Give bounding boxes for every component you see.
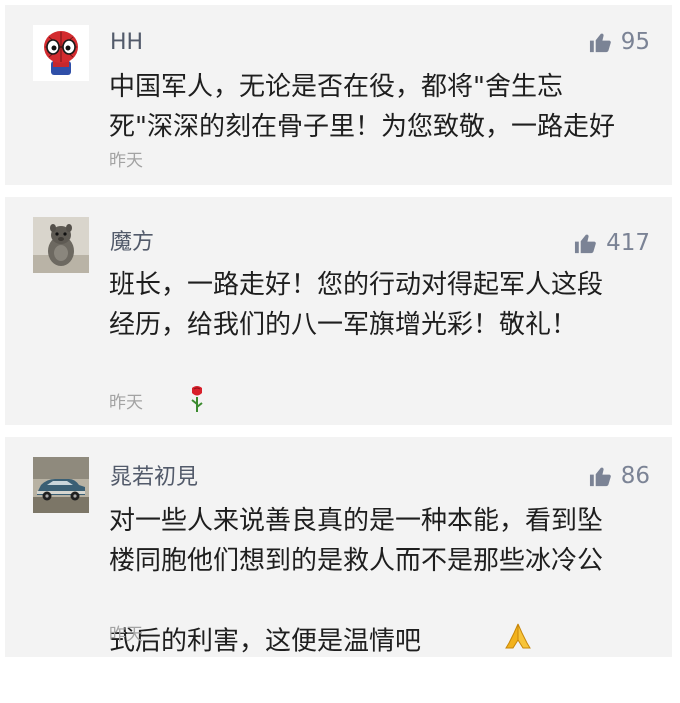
comment-line: 楼同胞他们想到的是救人而不是那些冰冷公 [109,546,604,576]
comment-text: 中国军人，无论是否在役，都将"舍生忘 死"深深的刻在骨子里！为您致敬，一路走好 [109,67,654,147]
spiderman-avatar[interactable] [33,25,89,81]
comment-username[interactable]: HH [110,30,143,56]
like-button[interactable]: 86 [589,461,650,491]
like-button[interactable]: 417 [574,228,650,258]
vintage-car-avatar[interactable] [33,457,89,513]
comment-username[interactable]: 魔方 [110,230,154,256]
like-button[interactable]: 95 [589,27,650,57]
like-count: 86 [620,463,650,489]
thumbs-up-icon [574,232,597,255]
thumbs-up-icon [589,31,612,54]
comment-card: 晁若初見 86 对一些人来说善良真的是一种本能，看到坠 楼同胞他们想到的是救人而… [5,437,672,657]
comment-line: 式后的利害，这便是温情吧 [109,626,422,657]
comment-line-with-emoji: 式后的利害，这便是温情吧 [109,581,654,703]
comment-time: 昨天 [109,151,143,171]
comment-time: 昨天 [109,625,143,645]
folded-hands-icon [437,581,533,703]
comment-time: 昨天 [109,393,143,413]
comment-text: 对一些人来说善良真的是一种本能，看到坠 楼同胞他们想到的是救人而不是那些冰冷公 … [109,501,654,703]
comment-line: 死"深深的刻在骨子里！为您致敬，一路走好 [109,112,615,142]
like-count: 417 [606,230,650,256]
comment-line: 中国军人，无论是否在役，都将"舍生忘 [109,72,563,102]
comment-line: 班长，一路走好！您的行动对得起军人这段 [109,270,604,300]
comment-card: 魔方 417 班长，一路走好！您的行动对得起军人这段 经历，给我们的八一军旗增光… [5,197,672,532]
comment-line: 经历，给我们的八一军旗增光彩！敬礼！ [109,310,578,340]
thumbs-up-icon [589,465,612,488]
comment-card: HH 95 中国军人，无论是否在役，都将"舍生忘 死"深深的刻在骨子里！为您致敬… [5,5,672,185]
squirrel-photo-avatar[interactable] [33,217,89,273]
comment-line: 对一些人来说善良真的是一种本能，看到坠 [109,506,604,536]
like-count: 95 [620,29,650,55]
comment-username[interactable]: 晁若初見 [110,465,198,491]
